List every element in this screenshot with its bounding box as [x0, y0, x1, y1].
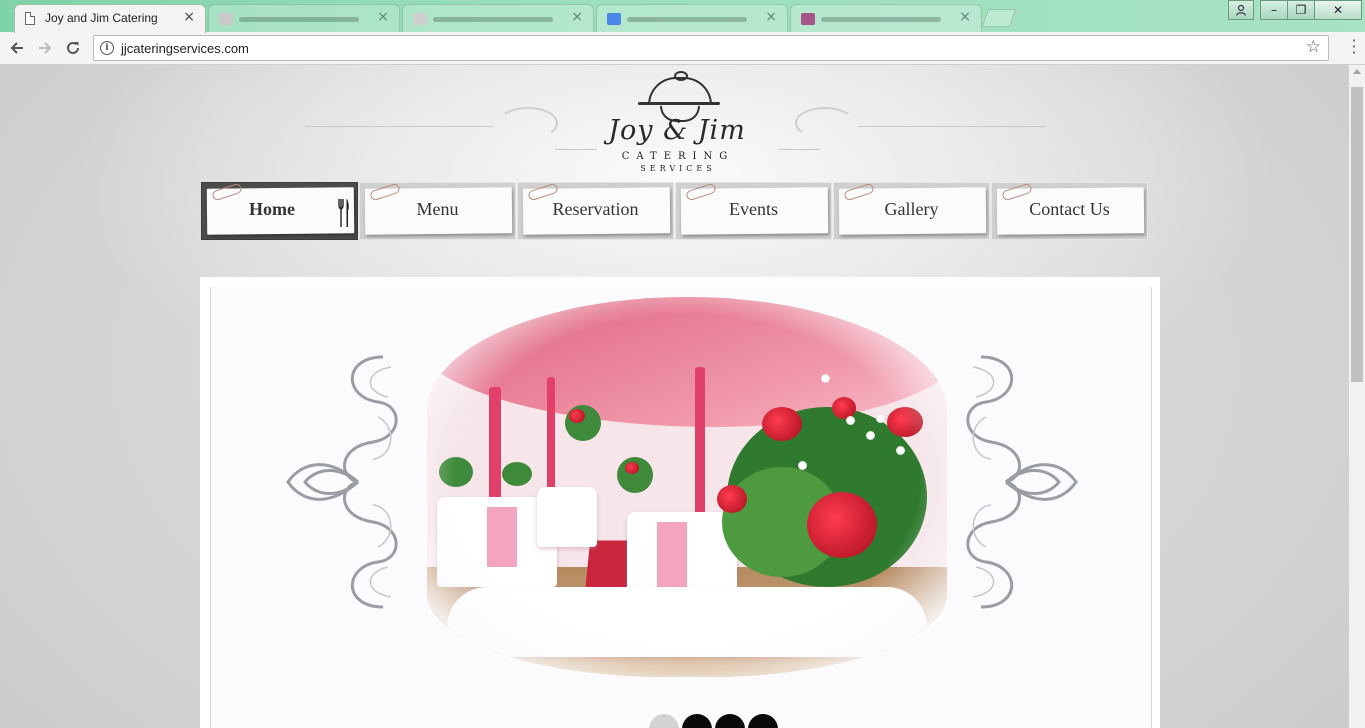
- nav-item-contact-us[interactable]: Contact Us: [991, 182, 1148, 240]
- tab-title-blurred: [627, 17, 747, 22]
- nav-item-label: Reservation: [552, 199, 639, 219]
- forward-button[interactable]: [34, 37, 56, 59]
- browser-tab-active[interactable]: Joy and Jim Catering ×: [14, 4, 206, 33]
- favicon-icon: [413, 13, 427, 25]
- close-tab-icon[interactable]: ×: [765, 9, 777, 25]
- favicon-icon: [607, 13, 621, 25]
- close-tab-icon[interactable]: ×: [377, 9, 389, 25]
- slide-dot-2[interactable]: [682, 714, 712, 728]
- close-tab-icon[interactable]: ×: [183, 9, 195, 25]
- arrow-left-icon: [10, 42, 23, 54]
- nav-item-label: Menu: [416, 199, 459, 219]
- logo-catering-text: CATERING: [621, 151, 735, 162]
- tab-title-blurred: [821, 17, 941, 22]
- content-panel: [200, 277, 1160, 728]
- nav-item-reservation[interactable]: Reservation: [517, 182, 674, 240]
- favicon-icon: [801, 13, 815, 25]
- page-viewport: Joy & Jim CATERING SERVICES Home Menu Re…: [0, 65, 1349, 728]
- cutlery-icon: [338, 199, 349, 227]
- reload-button[interactable]: [62, 37, 84, 59]
- tab-title-blurred: [433, 17, 553, 22]
- decorative-line: [778, 149, 820, 150]
- logo-services-text: SERVICES: [640, 164, 716, 173]
- scrollbar-thumb[interactable]: [1351, 87, 1363, 382]
- browser-tab[interactable]: ×: [596, 4, 788, 33]
- browser-tab[interactable]: ×: [208, 4, 400, 33]
- slide-dot-4[interactable]: [748, 714, 778, 728]
- nav-item-label: Gallery: [884, 199, 939, 219]
- filigree-ornament-left-icon: [286, 355, 398, 609]
- arrow-right-icon: [39, 42, 52, 54]
- nav-item-label: Contact Us: [1029, 199, 1110, 219]
- scroll-up-icon[interactable]: [1353, 69, 1361, 74]
- site-logo[interactable]: Joy & Jim CATERING SERVICES: [600, 71, 750, 181]
- close-tab-icon[interactable]: ×: [571, 9, 583, 25]
- decorative-line: [305, 126, 493, 127]
- flourish-left-icon: [498, 107, 558, 139]
- user-profile-button[interactable]: [1228, 0, 1254, 20]
- tab-title: Joy and Jim Catering: [45, 11, 158, 25]
- close-window-button[interactable]: ✕: [1314, 0, 1362, 20]
- new-tab-button[interactable]: [981, 9, 1017, 27]
- browser-tab[interactable]: ×: [402, 4, 594, 33]
- flourish-right-icon: [795, 107, 855, 139]
- tab-title-blurred: [239, 17, 359, 22]
- decorative-line: [858, 126, 1046, 127]
- logo-script-text: Joy & Jim: [608, 115, 746, 146]
- nav-item-gallery[interactable]: Gallery: [833, 182, 990, 240]
- browser-tab[interactable]: ×: [790, 4, 982, 33]
- reload-icon: [67, 41, 79, 54]
- back-button[interactable]: [6, 37, 28, 59]
- slideshow-image[interactable]: [427, 297, 947, 677]
- nav-item-menu[interactable]: Menu: [359, 182, 516, 240]
- url-text[interactable]: jjcateringservices.com: [121, 41, 249, 56]
- decorative-line: [555, 149, 597, 150]
- nav-item-events[interactable]: Events: [675, 182, 832, 240]
- document-icon: [25, 12, 35, 25]
- maximize-button[interactable]: ❐: [1287, 0, 1315, 20]
- info-icon[interactable]: i: [100, 41, 114, 55]
- main-navigation: Home Menu Reservation Events Gallery Con…: [201, 182, 1149, 240]
- browser-toolbar: i jjcateringservices.com ☆ · · ·: [0, 32, 1365, 65]
- nav-item-home[interactable]: Home: [201, 182, 358, 240]
- favicon-icon: [219, 13, 233, 25]
- slideshow-container: [210, 287, 1152, 728]
- nav-item-label: Events: [729, 199, 778, 219]
- slide-dot-3[interactable]: [715, 714, 745, 728]
- kebab-menu-icon[interactable]: · · ·: [1351, 33, 1357, 61]
- filigree-ornament-right-icon: [966, 355, 1078, 609]
- star-icon[interactable]: ☆: [1306, 37, 1321, 57]
- browser-tab-strip: Joy and Jim Catering × × × × × – ❐ ✕: [0, 0, 1365, 33]
- minimize-button[interactable]: –: [1260, 0, 1288, 20]
- nav-item-label: Home: [249, 199, 295, 219]
- address-bar[interactable]: i jjcateringservices.com ☆: [93, 35, 1329, 61]
- user-icon: [1235, 4, 1247, 16]
- vertical-scrollbar[interactable]: [1349, 65, 1365, 728]
- slide-dot-1[interactable]: [649, 714, 679, 728]
- close-tab-icon[interactable]: ×: [959, 9, 971, 25]
